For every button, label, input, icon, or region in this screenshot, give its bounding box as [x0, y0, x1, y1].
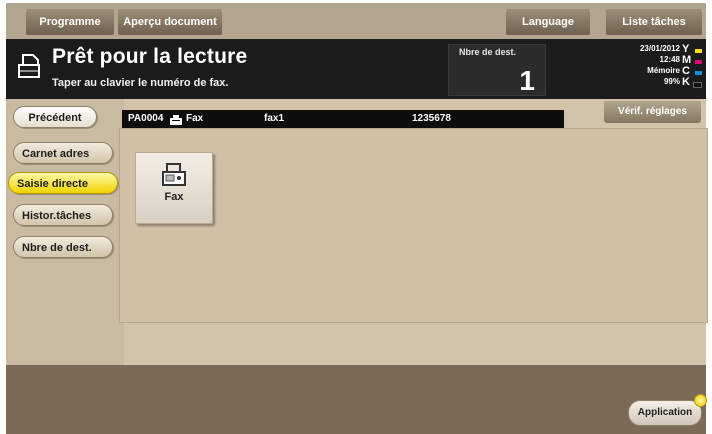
toner-m-bar	[695, 60, 702, 64]
menu-saisie-directe[interactable]: Saisie directe	[8, 172, 118, 194]
menu-carnet-adres[interactable]: Carnet adres	[13, 142, 113, 164]
toner-y-bar	[695, 49, 702, 53]
fax-button-label: Fax	[164, 191, 184, 203]
dest-id: PA0004	[128, 113, 164, 124]
fax-button[interactable]: Fax	[135, 152, 213, 224]
memory-value: 99%	[663, 77, 680, 86]
page-title: Prêt pour la lecture	[52, 45, 248, 68]
left-menu-panel	[6, 99, 124, 365]
destination-row[interactable]: PA0004 Fax fax1 1235678	[122, 110, 564, 128]
status-time: 12:48	[659, 55, 680, 64]
message-header: Prêt pour la lecture Taper au clavier le…	[6, 39, 706, 99]
status-date: 23/01/2012	[639, 44, 680, 53]
dest-count-label: Nbre de dest.	[459, 47, 517, 57]
dest-number: 1235678	[412, 113, 451, 124]
top-tab-bar: Programme Aperçu document Language Liste…	[6, 3, 706, 39]
instruction-text: Taper au clavier le numéro de fax.	[52, 77, 229, 89]
toner-k-bar	[693, 82, 702, 88]
toner-c-bar	[695, 71, 702, 75]
fax-icon	[170, 114, 182, 125]
fax-machine-icon	[162, 163, 186, 192]
tab-language[interactable]: Language	[506, 9, 590, 35]
status-panel: 23/01/2012 12:48 Mémoire 99% Y M C K	[598, 43, 702, 96]
verif-reglages-button[interactable]: Vérif. réglages	[604, 101, 701, 123]
tab-apercu-document[interactable]: Aperçu document	[118, 9, 222, 35]
application-button[interactable]: Application	[628, 400, 702, 426]
destination-count-box: Nbre de dest. 1	[448, 44, 546, 96]
menu-nbre-de-dest[interactable]: Nbre de dest.	[13, 236, 113, 258]
bottom-bar	[6, 365, 706, 434]
dest-name: fax1	[264, 113, 285, 124]
precedent-button[interactable]: Précédent	[13, 106, 97, 128]
tab-programme[interactable]: Programme	[26, 9, 114, 35]
memory-label: Mémoire	[647, 66, 680, 75]
dest-count-value: 1	[519, 65, 535, 96]
dest-type: Fax	[186, 113, 204, 124]
notification-indicator	[694, 394, 707, 407]
tab-liste-taches[interactable]: Liste tâches	[606, 9, 702, 35]
scanner-icon	[18, 53, 40, 84]
menu-histor-taches[interactable]: Histor.tâches	[13, 204, 113, 226]
